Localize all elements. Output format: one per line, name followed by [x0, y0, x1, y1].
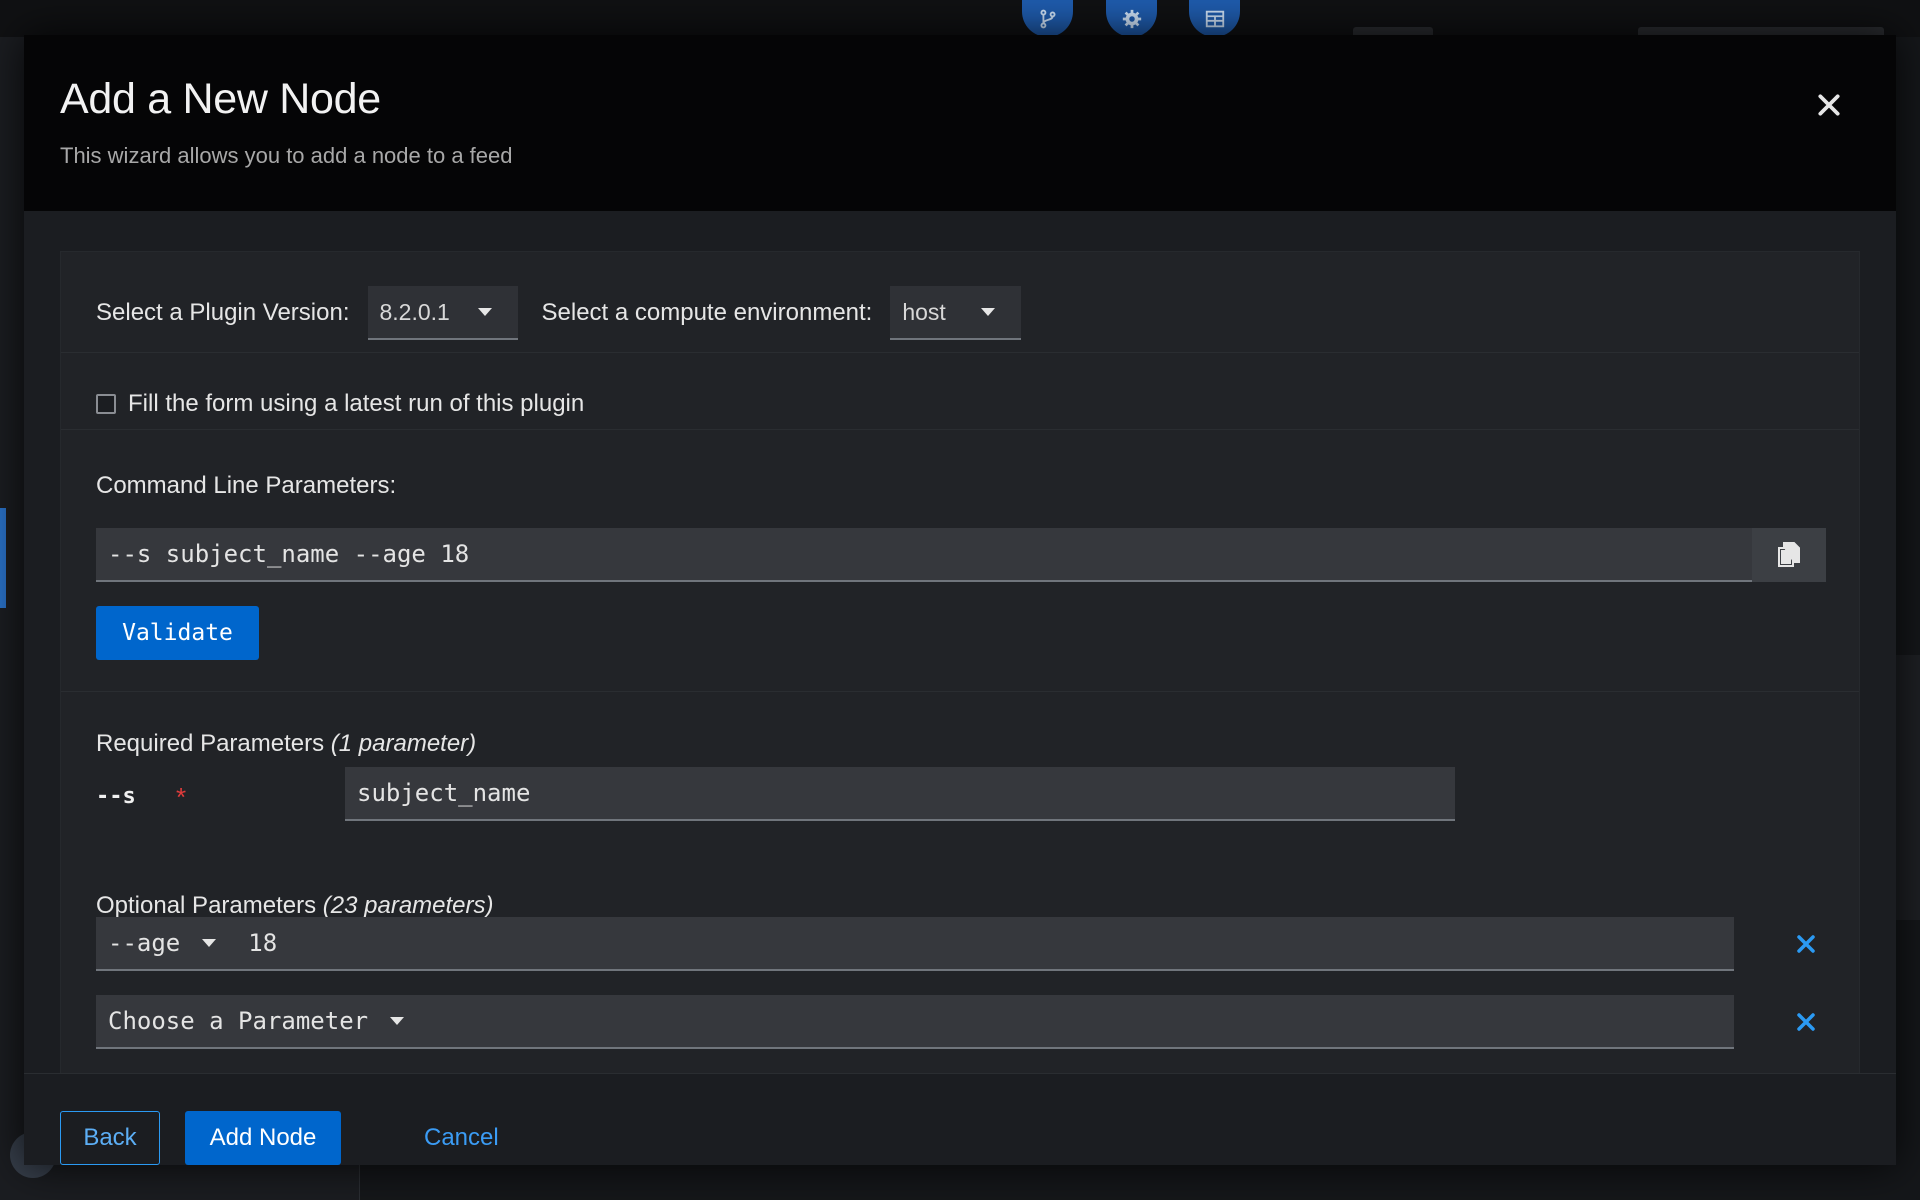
- optional-parameters-heading: Optional Parameters (23 parameters): [96, 892, 494, 920]
- plugin-version-label: Select a Plugin Version:: [96, 299, 350, 326]
- back-button[interactable]: Back: [60, 1111, 160, 1165]
- divider: [61, 352, 1859, 353]
- add-node-modal: Add a New Node This wizard allows you to…: [24, 35, 1896, 1165]
- caret-down-icon: [981, 308, 996, 316]
- divider: [61, 429, 1859, 430]
- fill-from-latest-run-checkbox[interactable]: [96, 394, 116, 414]
- plugin-version-select[interactable]: 8.2.0.1: [367, 286, 518, 340]
- fill-from-latest-run-label: Fill the form using a latest run of this…: [128, 390, 585, 417]
- background-sidebar-accent: [0, 508, 6, 608]
- caret-down-icon: [390, 1017, 405, 1025]
- validate-button[interactable]: Validate: [96, 606, 259, 660]
- optional-param-value[interactable]: 18: [248, 929, 277, 957]
- optional-param-select[interactable]: --age: [108, 929, 217, 957]
- required-param-input[interactable]: subject_name: [345, 767, 1455, 821]
- divider: [61, 691, 1859, 692]
- plugin-form-card: Select a Plugin Version: 8.2.0.1 Select …: [60, 251, 1860, 1073]
- compute-environment-select[interactable]: host: [890, 286, 1022, 340]
- close-icon: [1797, 935, 1815, 953]
- cancel-button[interactable]: Cancel: [424, 1111, 499, 1165]
- fill-from-latest-run: Fill the form using a latest run of this…: [96, 390, 584, 418]
- plugin-selection-row: Select a Plugin Version: 8.2.0.1 Select …: [96, 286, 1022, 340]
- required-parameters-count: (1 parameter): [330, 730, 477, 757]
- required-asterisk: *: [176, 782, 187, 812]
- close-icon: [1818, 94, 1840, 116]
- required-param-value: subject_name: [357, 779, 531, 807]
- modal-title: Add a New Node: [60, 75, 381, 123]
- optional-param-selected: --age: [108, 929, 181, 957]
- required-parameters-heading: Required Parameters (1 parameter): [96, 730, 476, 758]
- copy-icon: [1778, 542, 1800, 567]
- optional-param-row: Choose a Parameter: [96, 995, 1734, 1049]
- compute-environment-value: host: [902, 298, 946, 325]
- remove-param-button[interactable]: [1786, 1002, 1826, 1042]
- copy-button[interactable]: [1752, 528, 1826, 582]
- caret-down-icon: [477, 308, 492, 316]
- command-line-label: Command Line Parameters:: [96, 472, 397, 499]
- optional-parameters-title: Optional Parameters: [96, 892, 317, 919]
- command-line-value: --s subject_name --age 18: [108, 540, 470, 568]
- optional-parameters-count: (23 parameters): [322, 892, 494, 919]
- modal-header: Add a New Node This wizard allows you to…: [24, 35, 1896, 211]
- optional-param-select[interactable]: Choose a Parameter: [108, 1007, 405, 1035]
- remove-param-button[interactable]: [1786, 924, 1826, 964]
- background-topbar: [0, 0, 1920, 37]
- modal-footer: Back Add Node Cancel: [24, 1073, 1896, 1165]
- modal-body: Select a Plugin Version: 8.2.0.1 Select …: [24, 211, 1896, 1073]
- caret-down-icon: [202, 939, 217, 947]
- optional-param-selected: Choose a Parameter: [108, 1007, 369, 1035]
- compute-environment-label: Select a compute environment:: [541, 299, 873, 326]
- plugin-version-value: 8.2.0.1: [379, 298, 450, 325]
- optional-param-row: --age 18: [96, 917, 1734, 971]
- required-parameters-title: Required Parameters: [96, 730, 325, 757]
- command-line-input[interactable]: --s subject_name --age 18: [96, 528, 1752, 582]
- close-button[interactable]: [1804, 80, 1854, 130]
- background-right-panel: [1895, 655, 1920, 920]
- modal-subtitle: This wizard allows you to add a node to …: [60, 143, 513, 168]
- close-icon: [1797, 1013, 1815, 1031]
- required-param-flag: --s: [96, 784, 136, 809]
- add-node-button[interactable]: Add Node: [185, 1111, 341, 1165]
